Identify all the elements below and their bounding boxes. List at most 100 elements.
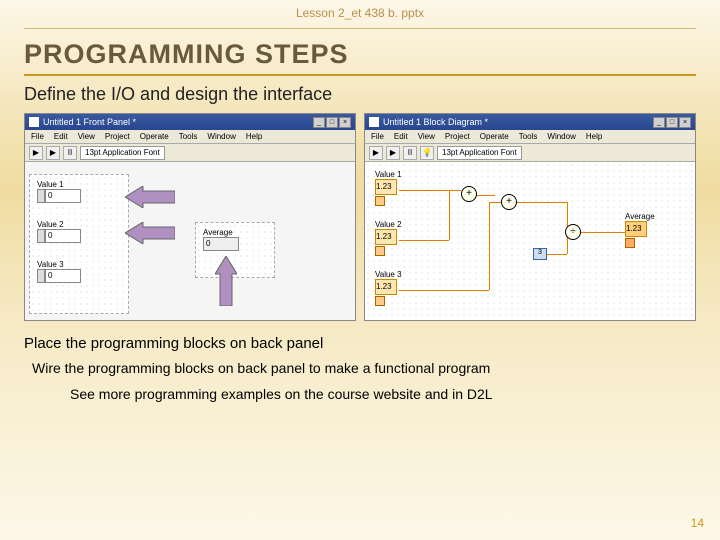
value3-spinner[interactable] <box>37 269 45 283</box>
wire <box>449 190 450 240</box>
value3-terminal[interactable]: Value 3 1.23 <box>375 270 402 306</box>
block-diagram-window: Untitled 1 Block Diagram * _ □ × File Ed… <box>364 113 696 321</box>
wire <box>517 202 567 203</box>
slide-subtitle: Define the I/O and design the interface <box>24 84 696 105</box>
block-menubar: File Edit View Project Operate Tools Win… <box>365 130 695 144</box>
font-selector[interactable]: 13pt Application Font <box>80 146 165 160</box>
menu-help[interactable]: Help <box>586 132 602 141</box>
front-toolbar: ▶ ▶ II 13pt Application Font <box>25 144 355 162</box>
top-divider <box>24 28 696 29</box>
wire <box>399 290 489 291</box>
dbl-icon: 1.23 <box>375 179 397 195</box>
pause-button[interactable]: II <box>63 146 77 160</box>
average-label: Average <box>625 212 655 221</box>
arrow-up-icon <box>215 256 237 306</box>
value1-terminal[interactable]: Value 1 1.23 <box>375 170 402 206</box>
value2-spinner[interactable] <box>37 229 45 243</box>
menu-help[interactable]: Help <box>246 132 262 141</box>
minimize-button[interactable]: _ <box>313 117 325 128</box>
front-menubar: File Edit View Project Operate Tools Win… <box>25 130 355 144</box>
menu-edit[interactable]: Edit <box>54 132 68 141</box>
wire <box>399 190 461 191</box>
average-terminal[interactable]: Average 1.23 <box>625 212 655 248</box>
menu-file[interactable]: File <box>371 132 384 141</box>
add-node[interactable]: + <box>461 186 477 202</box>
value3-field[interactable]: 0 <box>45 269 81 283</box>
numeric-constant[interactable]: 3 <box>533 248 547 260</box>
app-icon <box>369 117 379 127</box>
header-file: Lesson 2_et 438 b. pptx <box>0 0 720 20</box>
front-titlebar: Untitled 1 Front Panel * _ □ × <box>25 114 355 130</box>
run-button[interactable]: ▶ <box>369 146 383 160</box>
caption-see: See more programming examples on the cou… <box>70 386 650 402</box>
dbl-icon: 1.23 <box>625 221 647 237</box>
block-title: Untitled 1 Block Diagram * <box>383 117 488 127</box>
page-number: 14 <box>691 516 704 530</box>
arrow-icon <box>125 222 175 244</box>
front-title: Untitled 1 Front Panel * <box>43 117 136 127</box>
add-node[interactable]: + <box>501 194 517 210</box>
menu-view[interactable]: View <box>78 132 95 141</box>
wire <box>547 254 567 255</box>
caption-place: Place the programming blocks on back pan… <box>24 335 696 352</box>
value2-field[interactable]: 0 <box>45 229 81 243</box>
value2-label: Value 2 <box>375 220 402 229</box>
front-canvas: Value 1 0 Value 2 0 Value 3 0 Average 0 <box>25 162 355 320</box>
maximize-button[interactable]: □ <box>326 117 338 128</box>
wire <box>399 240 449 241</box>
minimize-button[interactable]: _ <box>653 117 665 128</box>
arrow-icon <box>125 186 175 208</box>
run-button[interactable]: ▶ <box>29 146 43 160</box>
slide-title: PROGRAMMING STEPS <box>24 39 696 70</box>
menu-project[interactable]: Project <box>105 132 130 141</box>
screenshot-row: Untitled 1 Front Panel * _ □ × File Edit… <box>24 113 696 321</box>
dbl-icon: 1.23 <box>375 229 397 245</box>
run-cont-button[interactable]: ▶ <box>386 146 400 160</box>
divide-node[interactable]: ÷ <box>565 224 581 240</box>
value3-control[interactable]: Value 3 0 <box>37 260 81 283</box>
menu-project[interactable]: Project <box>445 132 470 141</box>
average-indicator: Average 0 <box>203 228 239 251</box>
maximize-button[interactable]: □ <box>666 117 678 128</box>
wire <box>475 195 495 196</box>
close-button[interactable]: × <box>679 117 691 128</box>
value2-control[interactable]: Value 2 0 <box>37 220 81 243</box>
value1-label: Value 1 <box>37 180 81 189</box>
average-label: Average <box>203 228 239 237</box>
run-cont-button[interactable]: ▶ <box>46 146 60 160</box>
menu-operate[interactable]: Operate <box>140 132 169 141</box>
caption-wire: Wire the programming blocks on back pane… <box>32 360 688 376</box>
title-underline <box>24 74 696 76</box>
block-toolbar: ▶ ▶ II 💡 13pt Application Font <box>365 144 695 162</box>
menu-tools[interactable]: Tools <box>179 132 198 141</box>
value2-terminal[interactable]: Value 2 1.23 <box>375 220 402 256</box>
wire <box>581 232 625 233</box>
value1-label: Value 1 <box>375 170 402 179</box>
value3-label: Value 3 <box>37 260 81 269</box>
block-canvas: Value 1 1.23 Value 2 1.23 Value 3 1.23 <box>365 162 695 320</box>
value3-label: Value 3 <box>375 270 402 279</box>
terminal-icon <box>375 196 385 206</box>
menu-operate[interactable]: Operate <box>480 132 509 141</box>
highlight-button[interactable]: 💡 <box>420 146 434 160</box>
menu-view[interactable]: View <box>418 132 435 141</box>
terminal-icon <box>625 238 635 248</box>
front-panel-window: Untitled 1 Front Panel * _ □ × File Edit… <box>24 113 356 321</box>
pause-button[interactable]: II <box>403 146 417 160</box>
menu-tools[interactable]: Tools <box>519 132 538 141</box>
menu-file[interactable]: File <box>31 132 44 141</box>
menu-window[interactable]: Window <box>207 132 235 141</box>
font-selector[interactable]: 13pt Application Font <box>437 146 522 160</box>
close-button[interactable]: × <box>339 117 351 128</box>
terminal-icon <box>375 246 385 256</box>
value1-control[interactable]: Value 1 0 <box>37 180 81 203</box>
terminal-icon <box>375 296 385 306</box>
dbl-icon: 1.23 <box>375 279 397 295</box>
menu-window[interactable]: Window <box>547 132 575 141</box>
value2-label: Value 2 <box>37 220 81 229</box>
block-titlebar: Untitled 1 Block Diagram * _ □ × <box>365 114 695 130</box>
value1-field[interactable]: 0 <box>45 189 81 203</box>
menu-edit[interactable]: Edit <box>394 132 408 141</box>
value1-spinner[interactable] <box>37 189 45 203</box>
wire <box>489 202 490 290</box>
